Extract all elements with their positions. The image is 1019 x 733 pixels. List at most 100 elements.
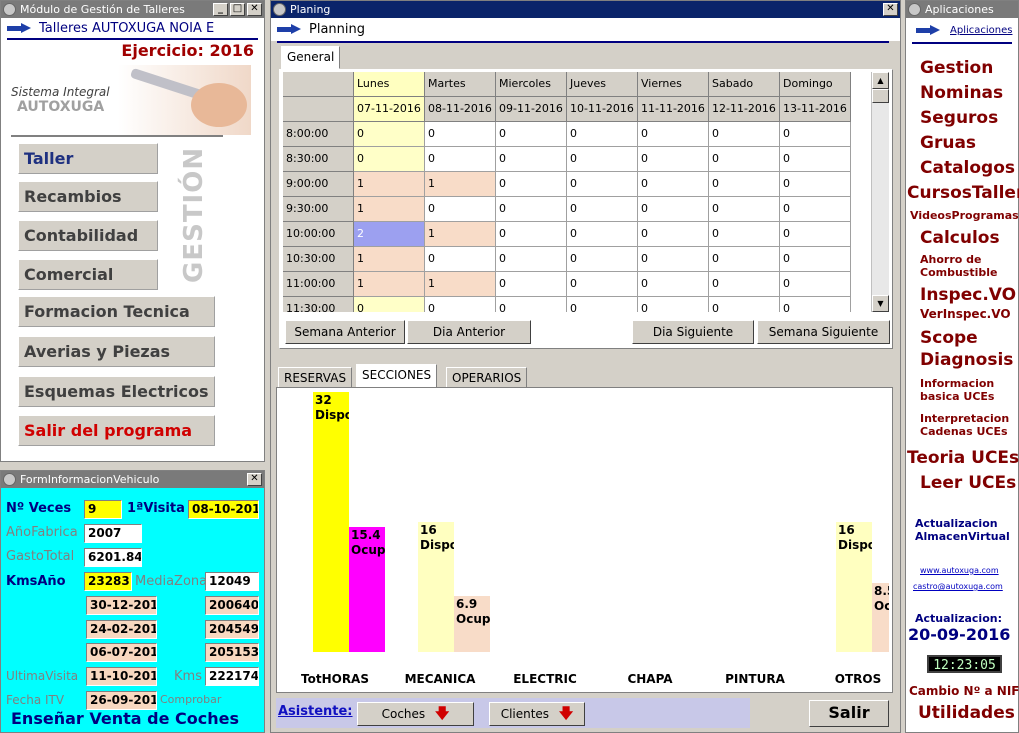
schedule-cell[interactable]: 0 (567, 147, 638, 172)
close-button[interactable]: ✕ (247, 473, 262, 486)
day-header[interactable]: Martes (425, 72, 496, 97)
app-menu-item[interactable]: Gestion (920, 58, 993, 78)
schedule-cell[interactable]: 0 (425, 297, 496, 312)
schedule-cell[interactable]: 0 (780, 272, 851, 297)
app-menu-item[interactable]: CursosTaller (907, 183, 1019, 203)
app-menu-item[interactable]: Leer UCEs (920, 473, 1016, 493)
date-header[interactable]: 11-11-2016 (638, 97, 709, 122)
date-header[interactable]: 13-11-2016 (780, 97, 851, 122)
schedule-cell[interactable]: 0 (638, 197, 709, 222)
schedule-cell[interactable]: 0 (638, 297, 709, 312)
scroll-down-button[interactable]: ▼ (872, 295, 889, 312)
schedule-cell[interactable]: 0 (567, 272, 638, 297)
close-button[interactable]: ✕ (883, 3, 898, 16)
media-zona-field[interactable]: 12049 (205, 572, 259, 591)
schedule-cell[interactable]: 0 (496, 272, 567, 297)
schedule-cell[interactable]: 0 (425, 147, 496, 172)
history-date-1[interactable]: 30-12-2015 (86, 596, 157, 615)
schedule-cell[interactable]: 0 (780, 297, 851, 312)
menu-comercial-button[interactable]: Comercial (18, 259, 158, 290)
kms-field[interactable]: 222174 (205, 667, 259, 686)
schedule-cell[interactable]: 0 (638, 222, 709, 247)
app-menu-item[interactable]: Scope (920, 328, 978, 348)
day-header[interactable]: Sabado (709, 72, 780, 97)
schedule-cell[interactable]: 1 (425, 172, 496, 197)
coches-button[interactable]: Coches 🡇 (357, 702, 474, 726)
schedule-cell[interactable]: 0 (567, 197, 638, 222)
app-menu-item[interactable]: Seguros (920, 108, 998, 128)
history-kms-2[interactable]: 204549 (205, 620, 259, 639)
venta-coches-button[interactable]: Enseñar Venta de Coches (11, 709, 239, 728)
schedule-cell[interactable]: 1 (354, 172, 425, 197)
schedule-cell[interactable]: 1 (354, 247, 425, 272)
tab-reservas[interactable]: RESERVAS (278, 367, 353, 388)
schedule-cell[interactable]: 0 (567, 222, 638, 247)
title-bar[interactable]: FormInformacionVehiculo ✕ (1, 471, 264, 488)
schedule-cell[interactable]: 0 (780, 172, 851, 197)
date-header[interactable]: 09-11-2016 (496, 97, 567, 122)
schedule-cell[interactable]: 2 (354, 222, 425, 247)
app-menu-item[interactable]: Informacion basica UCEs (920, 377, 1015, 403)
schedule-cell[interactable]: 0 (567, 122, 638, 147)
fecha-itv-field[interactable]: 26-09-2013 (86, 691, 157, 710)
schedule-cell[interactable]: 1 (354, 272, 425, 297)
schedule-cell[interactable]: 0 (709, 247, 780, 272)
menu-esquemas-button[interactable]: Esquemas Electricos (18, 376, 215, 407)
day-header[interactable]: Miercoles (496, 72, 567, 97)
dia-siguiente-button[interactable]: Dia Siguiente (632, 320, 754, 344)
scroll-thumb[interactable] (872, 89, 889, 103)
schedule-cell[interactable]: 0 (354, 122, 425, 147)
day-header[interactable]: Jueves (567, 72, 638, 97)
schedule-cell[interactable]: 0 (780, 222, 851, 247)
schedule-cell[interactable]: 1 (425, 272, 496, 297)
schedule-cell[interactable]: 0 (709, 147, 780, 172)
menu-averias-button[interactable]: Averias y Piezas (18, 336, 215, 367)
veces-field[interactable]: 9 (84, 500, 122, 519)
menu-recambios-button[interactable]: Recambios (18, 181, 158, 212)
app-menu-item[interactable]: Gruas (920, 133, 976, 153)
schedule-cell[interactable]: 0 (638, 122, 709, 147)
minimize-button[interactable]: _ (213, 3, 228, 16)
utilidades-button[interactable]: Utilidades (918, 703, 1015, 723)
app-menu-item[interactable]: Ahorro de Combustible (920, 253, 1015, 279)
app-menu-item[interactable]: Actualizacion AlmacenVirtual (915, 517, 1010, 543)
semana-siguiente-button[interactable]: Semana Siguiente (757, 320, 890, 344)
day-header[interactable]: Domingo (780, 72, 851, 97)
history-date-3[interactable]: 06-07-2016 (86, 643, 157, 662)
gasto-total-field[interactable]: 6201.84 (84, 548, 142, 567)
semana-anterior-button[interactable]: Semana Anterior (285, 320, 405, 344)
app-menu-item[interactable]: Inspec.VO (920, 285, 1016, 305)
day-header[interactable]: Lunes (354, 72, 425, 97)
grid-scrollbar[interactable]: ▲ ▼ (871, 72, 889, 312)
schedule-cell[interactable]: 0 (638, 147, 709, 172)
close-button[interactable]: ✕ (247, 3, 262, 16)
schedule-cell[interactable]: 0 (709, 297, 780, 312)
schedule-cell[interactable]: 0 (709, 197, 780, 222)
history-kms-1[interactable]: 200640 (205, 596, 259, 615)
history-date-2[interactable]: 24-02-2016 (86, 620, 157, 639)
schedule-cell[interactable]: 0 (638, 272, 709, 297)
schedule-cell[interactable]: 0 (496, 222, 567, 247)
tab-general[interactable]: General (281, 46, 341, 69)
schedule-cell[interactable]: 0 (567, 297, 638, 312)
app-menu-item[interactable]: Nominas (920, 83, 1003, 103)
schedule-cell[interactable]: 0 (425, 122, 496, 147)
schedule-cell[interactable]: 0 (709, 222, 780, 247)
schedule-cell[interactable]: 0 (780, 147, 851, 172)
menu-taller-button[interactable]: Taller (18, 143, 158, 174)
dia-anterior-button[interactable]: Dia Anterior (407, 320, 531, 344)
schedule-cell[interactable]: 1 (425, 222, 496, 247)
menu-formacion-button[interactable]: Formacion Tecnica (18, 296, 215, 327)
app-menu-item[interactable]: VideosProgramas (910, 209, 1019, 222)
menu-salir-button[interactable]: Salir del programa (18, 415, 215, 446)
schedule-cell[interactable]: 0 (638, 172, 709, 197)
primera-visita-field[interactable]: 08-10-2014 (188, 500, 259, 519)
date-header[interactable]: 10-11-2016 (567, 97, 638, 122)
schedule-cell[interactable]: 0 (780, 247, 851, 272)
schedule-cell[interactable]: 0 (638, 247, 709, 272)
clientes-button[interactable]: Clientes 🡇 (489, 702, 585, 726)
app-menu-item[interactable]: Diagnosis (920, 350, 1013, 370)
date-header[interactable]: 12-11-2016 (709, 97, 780, 122)
schedule-cell[interactable]: 0 (354, 147, 425, 172)
schedule-cell[interactable]: 0 (709, 272, 780, 297)
